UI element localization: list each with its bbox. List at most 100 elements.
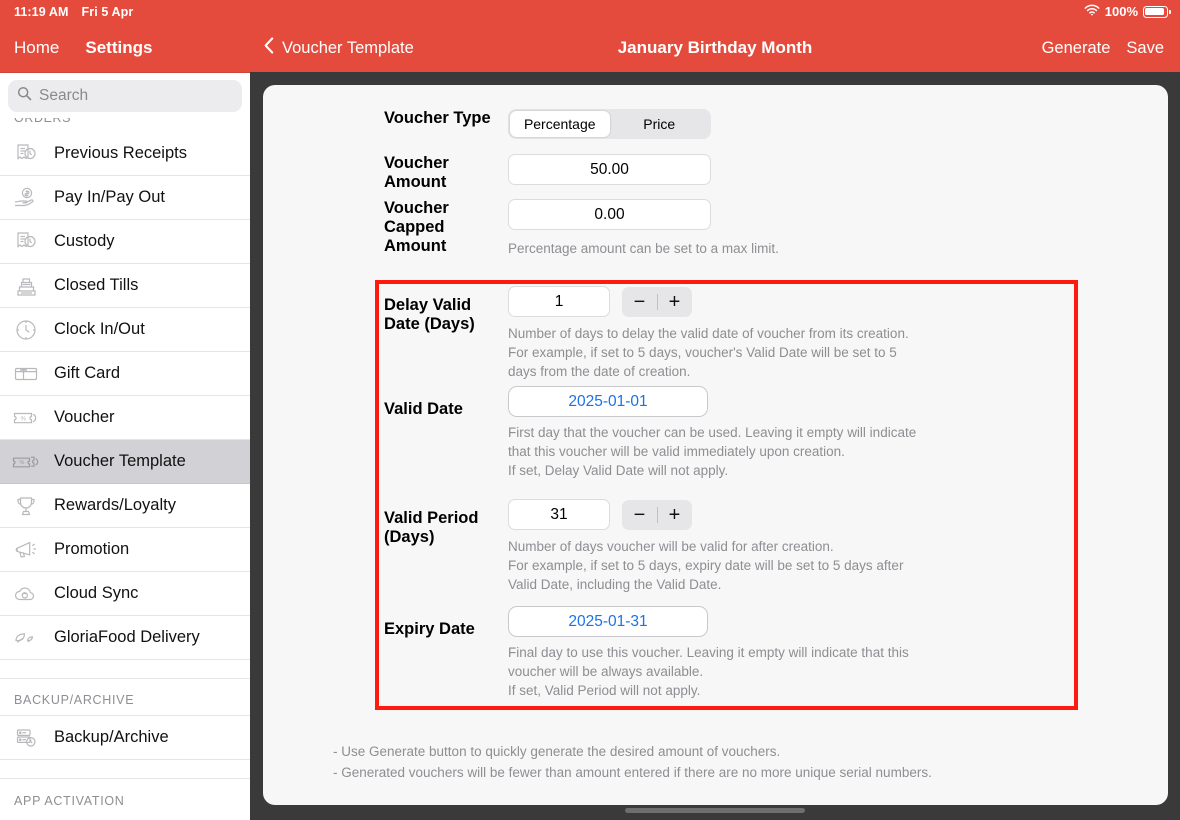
hint-line: Number of days to delay the valid date o… xyxy=(508,326,909,341)
valid-period-label: Valid Period (Days) xyxy=(384,509,479,546)
top-bar: 100% Voucher Template January Birthday M… xyxy=(250,0,1180,72)
sidebar-item-voucher[interactable]: % Voucher xyxy=(0,396,250,440)
home-indicator xyxy=(625,808,805,813)
sidebar-item-label: Voucher Template xyxy=(54,452,186,470)
hint-line: days from the date of creation. xyxy=(508,364,691,379)
valid-period-plus-button[interactable]: + xyxy=(657,505,692,525)
expiry-date-row: Expiry Date 2025-01-31 Final day to use … xyxy=(263,606,1168,700)
back-button-label: Voucher Template xyxy=(282,38,414,57)
sidebar-item-backup-archive[interactable]: Backup/Archive xyxy=(0,716,250,760)
leaf-icon xyxy=(11,624,41,652)
status-date: Fri 5 Apr xyxy=(81,5,134,19)
sidebar-item-voucher-template[interactable]: % Voucher Template xyxy=(0,440,250,484)
detail-pane: 100% Voucher Template January Birthday M… xyxy=(250,0,1180,820)
valid-date-hint: First day that the voucher can be used. … xyxy=(508,423,1168,480)
sidebar-item-label: Pay In/Pay Out xyxy=(54,188,165,206)
hint-line: Number of days voucher will be valid for… xyxy=(508,539,834,554)
navigation-row: Voucher Template January Birthday Month … xyxy=(250,24,1180,72)
search-placeholder: Search xyxy=(39,87,89,104)
sidebar-item-promotion[interactable]: Promotion xyxy=(0,528,250,572)
delay-valid-date-input[interactable]: 1 xyxy=(508,286,610,317)
delay-valid-date-minus-button[interactable]: − xyxy=(622,292,657,312)
sidebar-spacer xyxy=(0,760,250,779)
segment-percentage[interactable]: Percentage xyxy=(510,111,610,137)
voucher-amount-row: Voucher Amount 50.00 xyxy=(263,154,1168,192)
voucher-capped-amount-row: Voucher Capped Amount 0.00 Percentage am… xyxy=(263,199,1168,258)
voucher-amount-label: Voucher Amount xyxy=(384,154,449,191)
sidebar-item-label: Custody xyxy=(54,232,115,250)
sidebar-item-label: Promotion xyxy=(54,540,130,558)
segment-price[interactable]: Price xyxy=(610,111,710,137)
sidebar-item-custody[interactable]: Custody xyxy=(0,220,250,264)
svg-text:%: % xyxy=(21,416,27,422)
valid-date-picker-button[interactable]: 2025-01-01 xyxy=(508,386,708,417)
chevron-left-icon xyxy=(264,37,274,59)
sidebar-item-gloriafood-delivery[interactable]: GloriaFood Delivery xyxy=(0,616,250,660)
footnote-line: - Use Generate button to quickly generat… xyxy=(333,744,781,759)
sidebar-item-label: Closed Tills xyxy=(54,276,139,294)
hint-line: voucher will be always available. xyxy=(508,664,704,679)
sidebar-item-label: Voucher xyxy=(54,408,115,426)
valid-period-input[interactable]: 31 xyxy=(508,499,610,530)
search-container: Search xyxy=(0,73,250,118)
generate-button[interactable]: Generate xyxy=(1042,39,1111,58)
hand-cash-icon xyxy=(11,184,41,212)
expiry-date-label: Expiry Date xyxy=(384,620,475,638)
back-button[interactable]: Voucher Template xyxy=(250,37,414,59)
search-input[interactable]: Search xyxy=(8,80,242,112)
sidebar-item-clock-in-out[interactable]: Clock In/Out xyxy=(0,308,250,352)
sidebar-item-rewards-loyalty[interactable]: Rewards/Loyalty xyxy=(0,484,250,528)
delay-valid-date-row: Delay Valid Date (Days) 1 − + Number of … xyxy=(263,286,1168,381)
form-card: Voucher Type Percentage Price Voucher Am… xyxy=(263,85,1168,805)
battery-percent-label: 100% xyxy=(1104,4,1138,19)
server-clock-icon xyxy=(11,724,41,752)
sidebar-item-label: Clock In/Out xyxy=(54,320,145,338)
voucher-capped-amount-input[interactable]: 0.00 xyxy=(508,199,711,230)
sidebar-item-label: Cloud Sync xyxy=(54,584,139,602)
home-button[interactable]: Home xyxy=(14,38,59,58)
voucher-template-icon: % xyxy=(11,448,41,476)
hint-line: that this voucher will be valid immediat… xyxy=(508,444,845,459)
sidebar-section-app-activation: APP ACTIVATION xyxy=(0,779,250,816)
sidebar-status-bar: 11:19 AM Fri 5 Apr xyxy=(0,0,250,24)
sidebar-scroll[interactable]: ORDERS Previous Receipts Pay In/Pay Out xyxy=(0,111,250,816)
footnote-line: - Generated vouchers will be fewer than … xyxy=(333,765,932,780)
receipt-clock-icon xyxy=(11,140,41,168)
sidebar-item-gift-card[interactable]: Gift Card xyxy=(0,352,250,396)
sidebar-nav-bar: Home Settings xyxy=(0,24,250,73)
gift-card-icon xyxy=(11,360,41,388)
hint-line: If set, Valid Period will not apply. xyxy=(508,683,701,698)
hint-line: First day that the voucher can be used. … xyxy=(508,425,917,440)
valid-period-minus-button[interactable]: − xyxy=(622,505,657,525)
voucher-type-segmented-control[interactable]: Percentage Price xyxy=(508,109,711,139)
sidebar-item-pay-in-pay-out[interactable]: Pay In/Pay Out xyxy=(0,176,250,220)
delay-valid-date-hint: Number of days to delay the valid date o… xyxy=(508,324,1168,381)
settings-title: Settings xyxy=(85,38,153,57)
megaphone-icon xyxy=(11,536,41,564)
sidebar-item-cloud-sync[interactable]: Cloud Sync xyxy=(0,572,250,616)
sidebar-item-closed-tills[interactable]: Closed Tills xyxy=(0,264,250,308)
save-button[interactable]: Save xyxy=(1126,39,1164,58)
expiry-date-picker-button[interactable]: 2025-01-31 xyxy=(508,606,708,637)
footnotes: - Use Generate button to quickly generat… xyxy=(333,741,932,783)
sidebar-section-backup-archive: BACKUP/ARCHIVE xyxy=(0,679,250,716)
valid-date-label: Valid Date xyxy=(384,400,463,418)
sidebar-item-previous-receipts[interactable]: Previous Receipts xyxy=(0,132,250,176)
voucher-amount-input[interactable]: 50.00 xyxy=(508,154,711,185)
valid-date-row: Valid Date 2025-01-01 First day that the… xyxy=(263,386,1168,480)
valid-period-stepper[interactable]: − + xyxy=(622,499,692,530)
delay-valid-date-plus-button[interactable]: + xyxy=(657,292,692,312)
expiry-date-hint: Final day to use this voucher. Leaving i… xyxy=(508,643,1168,700)
voucher-ticket-icon: % xyxy=(11,404,41,432)
sidebar-item-label: Gift Card xyxy=(54,364,121,382)
receipt-clock-icon xyxy=(11,228,41,256)
delay-valid-date-label: Delay Valid Date (Days) xyxy=(384,296,475,333)
delay-valid-date-stepper[interactable]: − + xyxy=(622,286,692,317)
sidebar-item-label: Previous Receipts xyxy=(54,144,187,162)
valid-period-row: Valid Period (Days) 31 − + Number of day… xyxy=(263,499,1168,594)
clock-icon xyxy=(11,316,41,344)
sidebar: 11:19 AM Fri 5 Apr Home Settings Search … xyxy=(0,0,250,820)
app-screen: 11:19 AM Fri 5 Apr Home Settings Search … xyxy=(0,0,1180,820)
battery-full-icon xyxy=(1143,5,1171,18)
sidebar-item-label: Backup/Archive xyxy=(54,728,169,746)
